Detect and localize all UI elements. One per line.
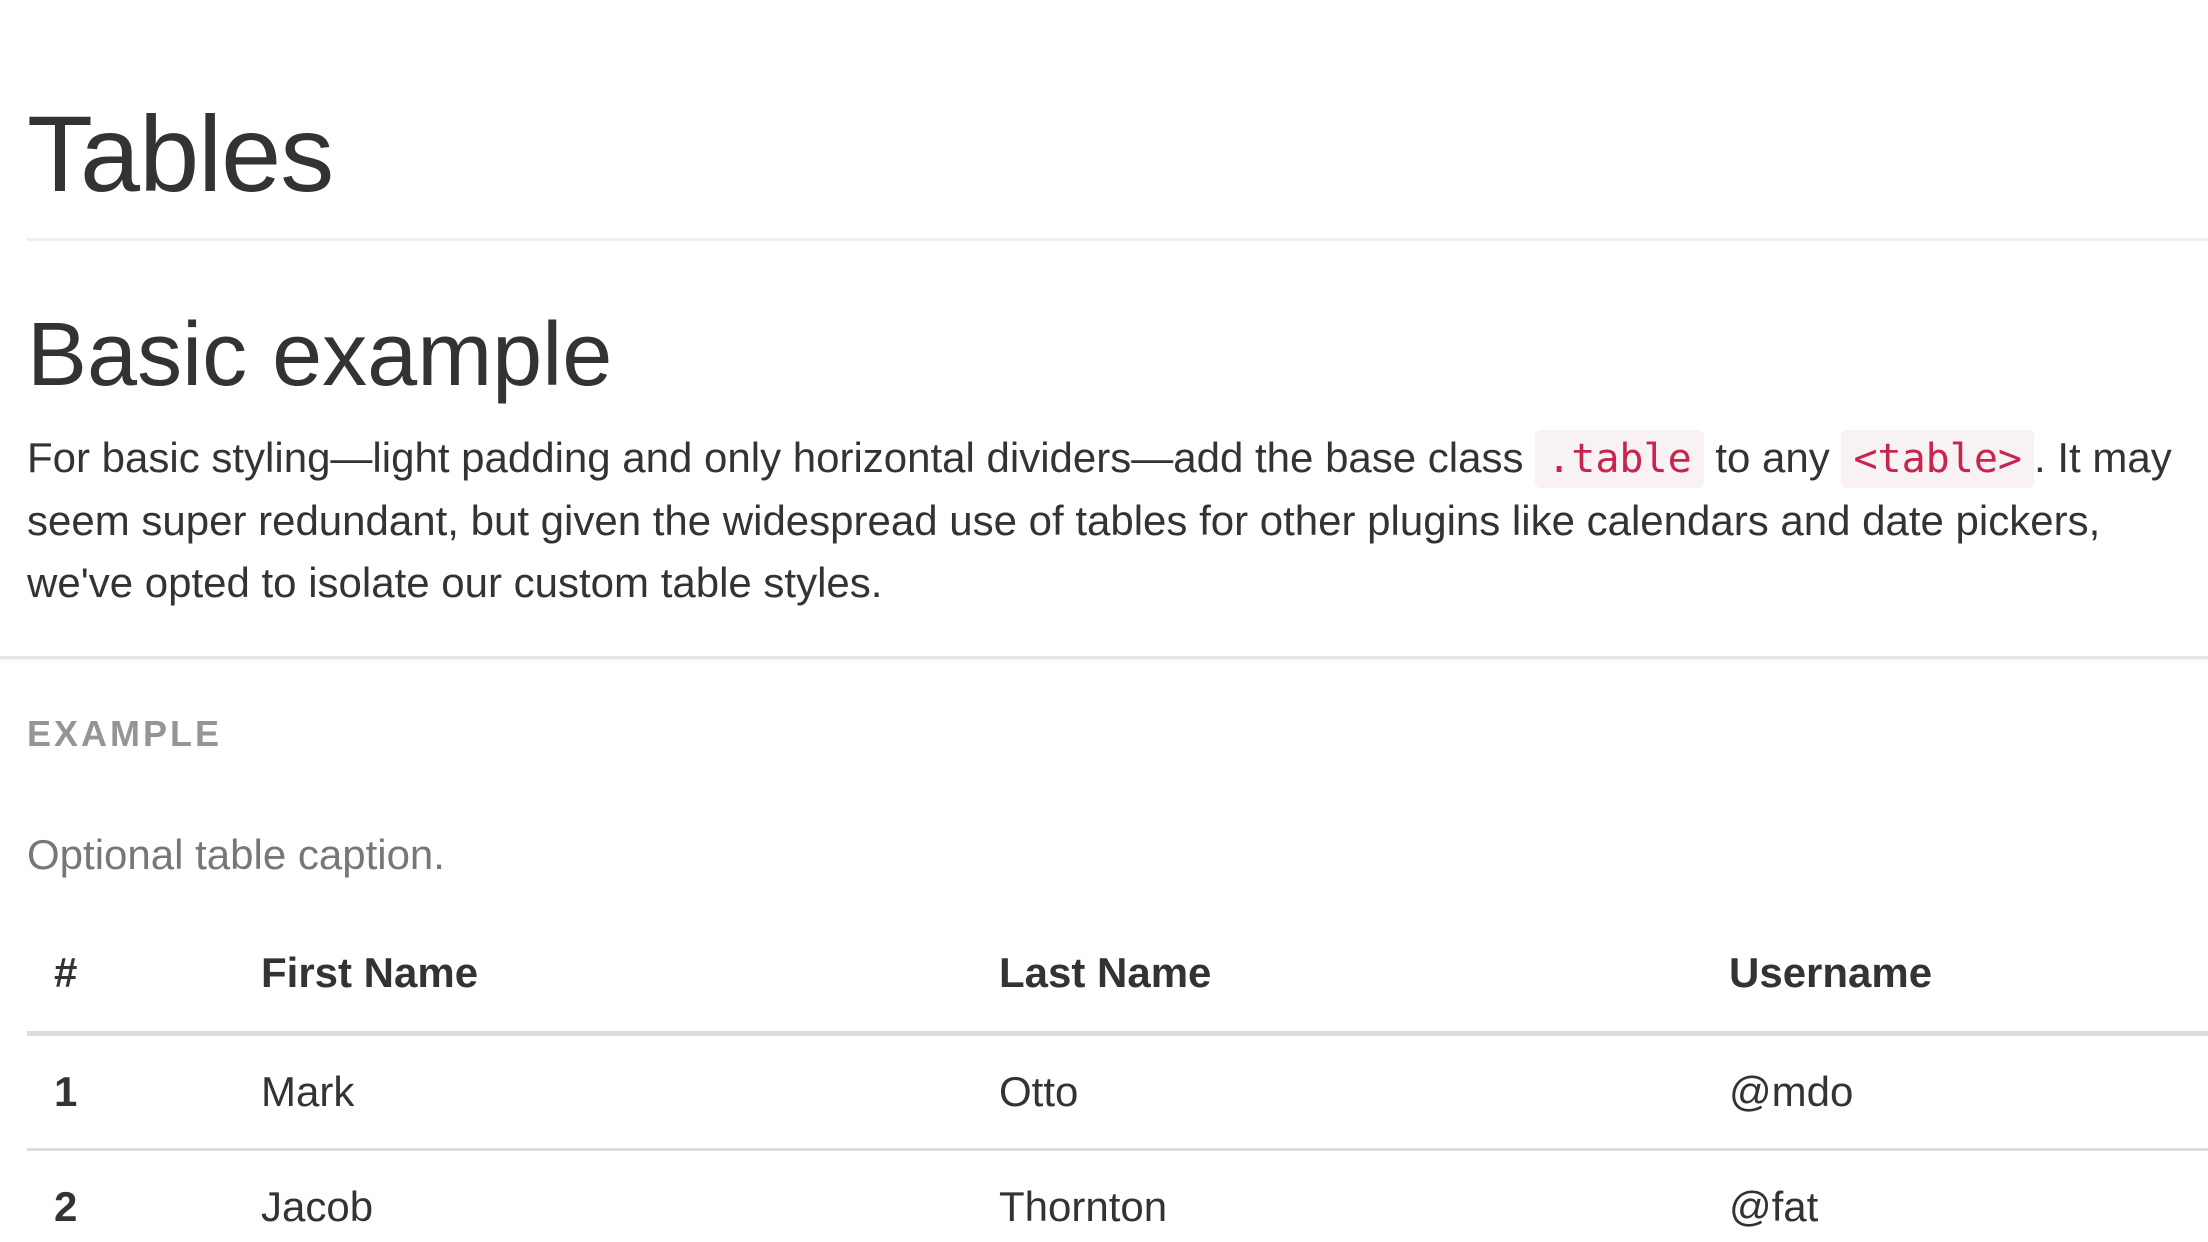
cell-first-name: Mark: [234, 1033, 972, 1151]
table-header-row: # First Name Last Name Username: [27, 915, 2208, 1036]
table-row: 1 Mark Otto @mdo: [27, 1033, 2208, 1151]
table-row: 2 Jacob Thornton @fat: [27, 1149, 2208, 1242]
cell-username: @mdo: [1702, 1033, 2208, 1151]
description-text-1: For basic styling—light padding and only…: [27, 434, 1536, 481]
code-table-class: .table: [1535, 430, 1704, 488]
header-last-name: Last Name: [972, 915, 1702, 1036]
cell-last-name: Otto: [972, 1033, 1702, 1151]
cell-number: 1: [27, 1033, 234, 1151]
cell-username: @fat: [1702, 1149, 2208, 1242]
header-number: #: [27, 915, 234, 1036]
description-text-2: to any: [1703, 434, 1842, 481]
section-description: For basic styling—light padding and only…: [27, 427, 2197, 614]
section-heading: Basic example: [27, 305, 613, 405]
page: Tables Basic example For basic styling—l…: [0, 0, 2208, 1242]
example-label: EXAMPLE: [27, 713, 223, 754]
table-caption: Optional table caption.: [27, 831, 445, 878]
example-panel: EXAMPLE Optional table caption. # First …: [0, 656, 2208, 1242]
page-title: Tables: [27, 93, 334, 214]
header-username: Username: [1702, 915, 2208, 1036]
cell-number: 2: [27, 1149, 234, 1242]
content-header: Tables Basic example For basic styling—l…: [0, 0, 2208, 614]
cell-first-name: Jacob: [234, 1149, 972, 1242]
header-first-name: First Name: [234, 915, 972, 1036]
code-table-tag: <table>: [1841, 430, 2035, 488]
example-table: # First Name Last Name Username 1 Mark O…: [27, 915, 2208, 1242]
cell-last-name: Thornton: [972, 1149, 1702, 1242]
